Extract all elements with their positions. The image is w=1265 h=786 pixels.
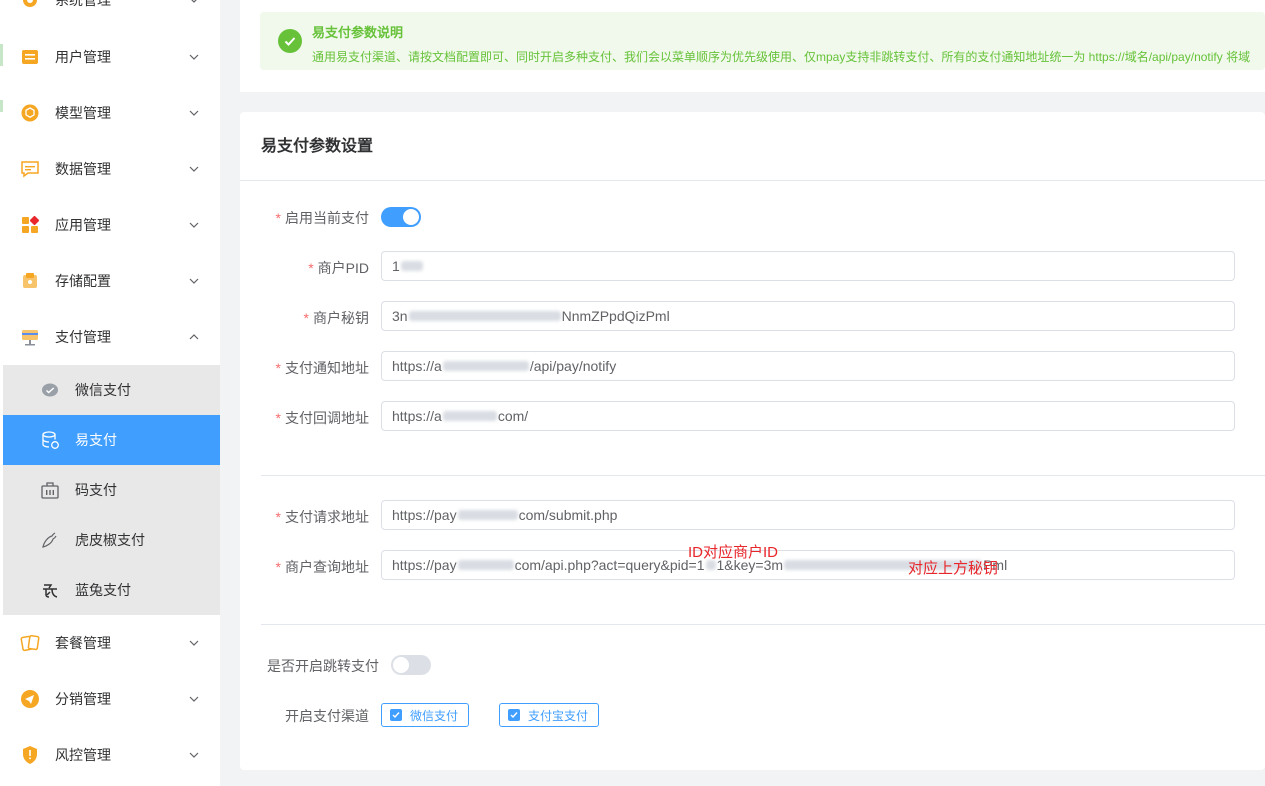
check-icon: [508, 709, 520, 721]
pid-label: * 商户PID: [308, 260, 369, 276]
secret-input[interactable]: 3n NnmZPpdQizPml: [381, 301, 1235, 331]
query-url-label: * 商户查询地址: [275, 559, 369, 575]
user-card-icon: [20, 47, 40, 67]
sidebar-subitem-label: 易支付: [75, 432, 117, 448]
chat-data-icon: [20, 159, 40, 179]
request-url-input[interactable]: https://pay com/submit.php: [381, 500, 1235, 530]
redirect-label: 是否开启跳转支付: [267, 658, 379, 674]
enable-payment-switch[interactable]: [381, 207, 421, 227]
pid-input[interactable]: 1: [381, 251, 1235, 281]
sidebar-subitem-code-pay[interactable]: 码支付: [3, 465, 220, 515]
sidebar: 系统管理 用户管理 模型管理 数据管理 应用管理 存储配置 支付管理 微信支付 …: [0, 0, 220, 786]
sidebar-item-data[interactable]: 数据管理: [0, 141, 220, 197]
rabbit-icon: [40, 580, 60, 600]
sidebar-subitem-wechat-pay[interactable]: 微信支付: [3, 365, 220, 415]
sidebar-item-users[interactable]: 用户管理: [0, 29, 220, 85]
settings-card: 易支付参数设置 * 启用当前支付 * 商户PID 1 * 商户秘钥 3n NnmZPpd…: [240, 112, 1265, 770]
sidebar-subitem-label: 蓝兔支付: [75, 582, 131, 598]
sidebar-subitem-label: 微信支付: [75, 382, 131, 398]
section-divider: [261, 624, 1265, 625]
sidebar-item-apps[interactable]: 应用管理: [0, 197, 220, 253]
shield-icon: [20, 745, 40, 765]
sidebar-item-label: 数据管理: [55, 161, 111, 177]
model-cube-icon: [20, 103, 40, 123]
sidebar-item-label: 存储配置: [55, 273, 111, 289]
channels-label: 开启支付渠道: [285, 708, 369, 724]
return-url-input[interactable]: https://a com/: [381, 401, 1235, 431]
sidebar-subitem-label: 虎皮椒支付: [75, 532, 145, 548]
alert-title: 易支付参数说明: [312, 25, 404, 40]
notify-url-label: * 支付通知地址: [275, 360, 369, 376]
sidebar-subitem-lantu-pay[interactable]: 蓝兔支付: [3, 565, 220, 615]
channel-wechat-checkbox[interactable]: 微信支付: [381, 703, 469, 727]
info-alert: 易支付参数说明 通用易支付渠道、请按文档配置即可、同时开启多种支付、我们会以菜单…: [260, 12, 1265, 70]
request-url-label: * 支付请求地址: [275, 509, 369, 525]
apps-grid-icon: [20, 215, 40, 235]
enable-label: * 启用当前支付: [275, 210, 369, 226]
cash-register-icon: [40, 480, 60, 500]
chevron-down-icon: [188, 107, 200, 119]
sidebar-item-label: 模型管理: [55, 105, 111, 121]
section-divider: [261, 475, 1265, 476]
return-url-label: * 支付回调地址: [275, 410, 369, 426]
chevron-down-icon: [188, 163, 200, 175]
wechat-icon: [40, 380, 60, 400]
alert-description: 通用易支付渠道、请按文档配置即可、同时开启多种支付、我们会以菜单顺序为优先级使用…: [312, 50, 1251, 64]
header-divider: [240, 180, 1265, 181]
annotation-key-note: 对应上方秘钥: [908, 560, 999, 577]
chevron-down-icon: [188, 749, 200, 761]
payment-icon: [20, 327, 40, 347]
channel-alipay-checkbox[interactable]: 支付宝支付: [499, 703, 599, 727]
sidebar-item-system[interactable]: 系统管理: [0, 0, 220, 28]
chevron-down-icon: [188, 219, 200, 231]
sidebar-item-storage[interactable]: 存储配置: [0, 253, 220, 309]
sidebar-item-label: 支付管理: [55, 329, 111, 345]
check-icon: [390, 709, 402, 721]
notify-url-input[interactable]: https://a/api/pay/notify: [381, 351, 1235, 381]
storage-box-icon: [20, 271, 40, 291]
sidebar-item-label: 用户管理: [55, 49, 111, 65]
sidebar-item-payment[interactable]: 支付管理: [0, 309, 220, 365]
chevron-up-icon: [188, 331, 200, 343]
sidebar-item-risk-control[interactable]: 风控管理: [0, 727, 220, 783]
chevron-down-icon: [188, 51, 200, 63]
chevron-down-icon: [188, 637, 200, 649]
chevron-down-icon: [188, 275, 200, 287]
sidebar-subitem-epay[interactable]: 易支付: [3, 415, 220, 465]
query-url-input[interactable]: https://pay com/api.php?act=query&pid=1 1&…: [381, 550, 1235, 580]
sidebar-item-label: 系统管理: [55, 0, 111, 8]
card-title: 易支付参数设置: [261, 138, 374, 155]
sidebar-item-packages[interactable]: 套餐管理: [0, 615, 220, 671]
pepper-icon: [40, 530, 60, 550]
database-icon: [40, 430, 60, 450]
chevron-down-icon: [188, 693, 200, 705]
secret-label: * 商户秘钥: [303, 310, 369, 326]
redirect-payment-switch[interactable]: [391, 655, 431, 675]
sidebar-item-label: 风控管理: [55, 747, 111, 763]
annotation-id-note: ID对应商户ID: [688, 544, 779, 561]
chevron-down-icon: [188, 0, 200, 6]
sidebar-item-label: 应用管理: [55, 217, 111, 233]
sidebar-subitem-label: 码支付: [75, 482, 117, 498]
share-send-icon: [20, 689, 40, 709]
sidebar-item-models[interactable]: 模型管理: [0, 85, 220, 141]
sidebar-item-label: 分销管理: [55, 691, 111, 707]
gear-icon: [20, 0, 40, 10]
success-check-icon: [278, 29, 302, 53]
package-cards-icon: [20, 633, 40, 653]
sidebar-item-distribution[interactable]: 分销管理: [0, 671, 220, 727]
sidebar-subitem-hupijiao-pay[interactable]: 虎皮椒支付: [3, 515, 220, 565]
sidebar-item-label: 套餐管理: [55, 635, 111, 651]
